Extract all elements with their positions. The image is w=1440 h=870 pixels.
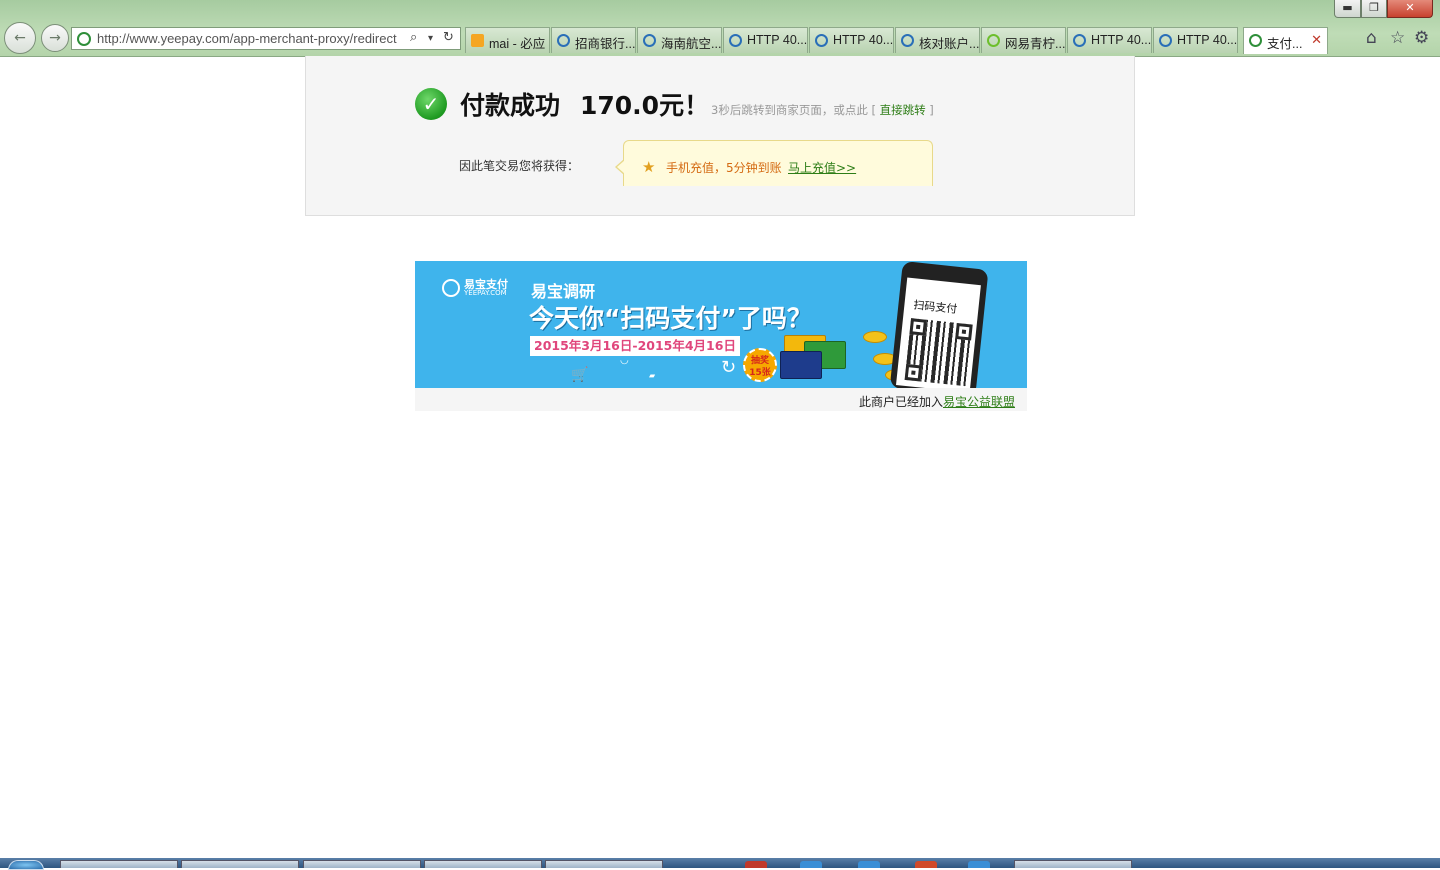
- tab-label: 网易青柠...: [1005, 37, 1065, 51]
- bing-icon: [471, 34, 484, 47]
- os-taskbar: [0, 858, 1440, 870]
- ie-icon: [557, 34, 570, 47]
- medal-icon: ★: [642, 158, 656, 176]
- forward-arrow-icon: →: [49, 30, 61, 46]
- back-button[interactable]: ←: [4, 22, 36, 54]
- favorites-star-icon[interactable]: ☆: [1390, 28, 1405, 48]
- tab-label: 招商银行...: [575, 37, 635, 51]
- ie-icon: [1159, 34, 1172, 47]
- banner-headline: 今天你“扫码支付”了吗？: [529, 304, 812, 333]
- tray-app-icon[interactable]: [915, 861, 937, 868]
- url-text[interactable]: http://www.yeepay.com/app-merchant-proxy…: [97, 31, 409, 46]
- taskbar-app-button[interactable]: [181, 860, 299, 868]
- deco-swirl-icon: ↻: [721, 357, 737, 378]
- taskbar-app-button[interactable]: [545, 860, 663, 868]
- success-title: 付款成功: [460, 91, 561, 120]
- gift-card-blue: [780, 351, 822, 379]
- redirect-suffix: ]: [925, 103, 934, 117]
- tab-label: HTTP 40...: [1091, 33, 1151, 47]
- ie-icon: [901, 34, 914, 47]
- maximize-button[interactable]: ❐: [1361, 0, 1387, 18]
- qr-finder-icon: [909, 318, 927, 336]
- ie-icon: [815, 34, 828, 47]
- forward-button[interactable]: →: [41, 24, 69, 52]
- tab-label: HTTP 40...: [747, 33, 807, 47]
- success-check-icon: ✓: [415, 88, 447, 120]
- qr-finder-icon: [955, 322, 973, 341]
- payment-result-panel: ✓ 付款成功 170.0元！ 3秒后跳转到商家页面，或点此 [ 直接跳转 ] 因…: [305, 56, 1135, 216]
- shopping-cart-icon: 🛒: [571, 367, 589, 383]
- tab-label: 核对账户...: [919, 37, 979, 51]
- tab-label: HTTP 40...: [1177, 33, 1237, 47]
- banner-date-range: 2015年3月16日-2015年4月16日: [530, 336, 740, 356]
- settings-gear-icon[interactable]: ⚙: [1414, 28, 1429, 48]
- yeepay-icon: [1249, 34, 1262, 47]
- taskbar-app-button[interactable]: [60, 860, 178, 868]
- tab-label: mai - 必应: [489, 37, 546, 51]
- tray-app-icon[interactable]: [968, 861, 990, 868]
- yeepay-logo-icon: [442, 279, 460, 297]
- tray-app-icon[interactable]: [858, 861, 880, 868]
- coin-icon: [863, 331, 887, 343]
- home-icon[interactable]: ⌂: [1366, 28, 1377, 48]
- browser-chrome: ▬ ❐ ✕ ← → http://www.yeepay.com/app-merc…: [0, 0, 1440, 57]
- close-tab-icon[interactable]: ✕: [1311, 32, 1322, 48]
- tab-http-error-4[interactable]: HTTP 40...: [1153, 27, 1238, 53]
- search-icon[interactable]: ⌕: [410, 30, 417, 45]
- tab-bing[interactable]: mai - 必应: [465, 27, 550, 53]
- callout-arrow-inner: [617, 160, 625, 174]
- tab-hainan-airlines[interactable]: 海南航空...: [637, 27, 722, 53]
- taskbar-app-button[interactable]: [1014, 860, 1132, 868]
- recharge-now-link[interactable]: 马上充值>>: [788, 159, 856, 176]
- ie-icon: [1073, 34, 1086, 47]
- taskbar-app-button[interactable]: [303, 860, 421, 868]
- redirect-notice: 3秒后跳转到商家页面，或点此 [ 直接跳转 ]: [711, 102, 934, 118]
- deco-bowl-icon: ◡: [620, 355, 629, 366]
- reward-card: ★ 手机充值，5分钟到账 马上充值>>: [615, 140, 933, 186]
- address-bar[interactable]: http://www.yeepay.com/app-merchant-proxy…: [71, 27, 461, 50]
- direct-redirect-link[interactable]: 直接跳转: [880, 103, 926, 117]
- qr-code-icon: [904, 318, 973, 387]
- survey-banner[interactable]: 易宝支付 YEEPAY.COM 易宝调研 今天你“扫码支付”了吗？ 2015年3…: [415, 261, 1027, 388]
- back-arrow-icon: ←: [14, 30, 26, 46]
- tab-http-error-3[interactable]: HTTP 40...: [1067, 27, 1152, 53]
- tab-netease[interactable]: 网易青柠...: [981, 27, 1066, 53]
- phone-screen-label: 扫码支付: [912, 298, 958, 316]
- tab-verify-account[interactable]: 核对账户...: [895, 27, 980, 53]
- dropdown-chevron-icon[interactable]: ▾: [428, 33, 433, 44]
- tab-label: 支付...: [1267, 37, 1303, 51]
- alliance-prefix: 此商户已经加入: [858, 395, 943, 409]
- tab-payment-active[interactable]: 支付... ✕: [1243, 27, 1328, 54]
- banner-logo-domain: YEEPAY.COM: [464, 289, 507, 297]
- netease-icon: [987, 34, 1000, 47]
- banner-footer: 此商户已经加入易宝公益联盟: [415, 388, 1027, 411]
- ie-icon: [643, 34, 656, 47]
- tab-label: 海南航空...: [661, 37, 721, 51]
- deco-dot-icon: ▰: [649, 371, 656, 380]
- ie-icon: [729, 34, 742, 47]
- minimize-button[interactable]: ▬: [1334, 0, 1361, 18]
- alliance-notice: 此商户已经加入易宝公益联盟: [859, 393, 1015, 410]
- tab-http-error-2[interactable]: HTTP 40...: [809, 27, 894, 53]
- phone-illustration: 扫码支付: [889, 261, 989, 388]
- tray-app-icon[interactable]: [800, 861, 822, 868]
- reward-text: 手机充值，5分钟到账: [666, 161, 782, 175]
- prize-badge: 抽奖15张: [743, 348, 777, 382]
- charity-alliance-link[interactable]: 易宝公益联盟: [943, 395, 1015, 409]
- start-button[interactable]: [8, 860, 44, 870]
- tab-http-error-1[interactable]: HTTP 40...: [723, 27, 808, 53]
- taskbar-app-button[interactable]: [424, 860, 542, 868]
- redirect-prefix: 3秒后跳转到商家页面，或点此 [: [711, 103, 880, 117]
- phone-screen: 扫码支付: [896, 277, 981, 388]
- site-favicon-icon: [77, 32, 91, 46]
- reward-label: 因此笔交易您将获得：: [459, 159, 580, 173]
- tab-cmb[interactable]: 招商银行...: [551, 27, 636, 53]
- tray-app-icon[interactable]: [745, 861, 767, 868]
- qr-finder-icon: [904, 363, 923, 382]
- payment-amount: 170.0元！: [580, 91, 710, 120]
- refresh-icon[interactable]: ↻: [443, 30, 454, 45]
- gift-cards-image: [780, 333, 850, 383]
- close-window-button[interactable]: ✕: [1387, 0, 1433, 18]
- tab-label: HTTP 40...: [833, 33, 893, 47]
